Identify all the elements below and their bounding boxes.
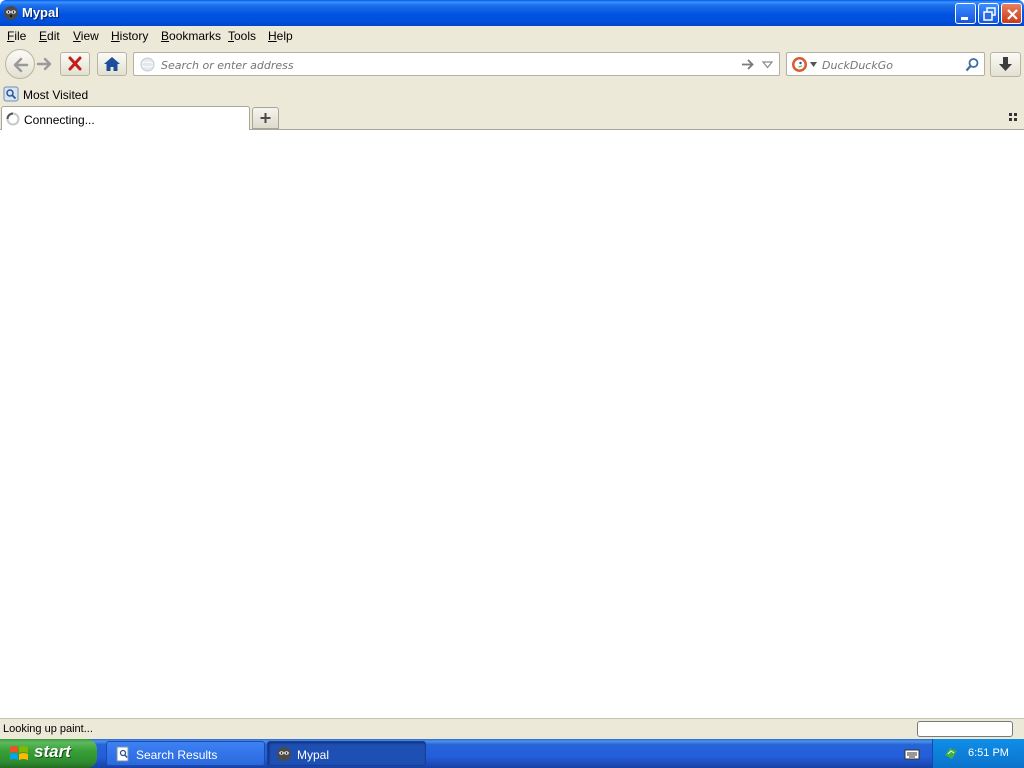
back-arrow-icon xyxy=(13,57,29,73)
stop-button[interactable] xyxy=(60,52,90,76)
task-label: Mypal xyxy=(297,748,330,762)
keyboard-icon[interactable] xyxy=(904,747,920,761)
download-arrow-icon xyxy=(999,57,1012,71)
loading-spinner-icon xyxy=(6,112,20,126)
task-mypal[interactable]: Mypal xyxy=(267,741,426,766)
menu-view[interactable]: View xyxy=(73,29,99,43)
plus-icon xyxy=(260,113,271,123)
bookmarks-toolbar: Most Visited xyxy=(0,84,1024,105)
network-icon[interactable] xyxy=(943,745,959,761)
engine-dropdown-icon[interactable] xyxy=(810,62,817,67)
title-bar: Mypal xyxy=(0,0,1024,26)
navigation-toolbar xyxy=(0,46,1024,84)
globe-icon xyxy=(140,57,155,72)
menu-file[interactable]: File xyxy=(7,29,26,43)
home-button[interactable] xyxy=(97,52,127,76)
task-search-results[interactable]: Search Results xyxy=(106,741,265,766)
taskbar: start Search Results Mypal 6:51 PM xyxy=(0,739,1024,768)
back-button[interactable] xyxy=(5,49,35,79)
menu-edit[interactable]: Edit xyxy=(39,29,60,43)
history-dropdown-icon[interactable] xyxy=(762,61,773,69)
tab-label: Connecting... xyxy=(24,113,95,127)
clock[interactable]: 6:51 PM xyxy=(968,747,1009,759)
raccoon-icon xyxy=(3,5,19,21)
menu-help[interactable]: Help xyxy=(268,29,293,43)
search-bar[interactable] xyxy=(786,52,985,76)
start-button[interactable]: start xyxy=(0,739,97,768)
stop-x-icon xyxy=(68,56,82,71)
list-all-tabs-icon[interactable] xyxy=(1008,112,1018,122)
window-title: Mypal xyxy=(22,5,59,20)
new-tab-button[interactable] xyxy=(252,107,279,129)
search-icon[interactable] xyxy=(965,57,980,72)
windows-logo-icon xyxy=(10,746,28,760)
forward-arrow-icon xyxy=(36,57,52,71)
status-bar: Looking up paint... xyxy=(0,718,1024,739)
address-input[interactable] xyxy=(161,57,721,73)
status-text: Looking up paint... xyxy=(3,723,93,735)
search-input[interactable] xyxy=(822,57,957,73)
tab-strip: Connecting... xyxy=(0,105,1024,131)
address-bar[interactable] xyxy=(133,52,780,76)
tab-connecting[interactable]: Connecting... xyxy=(1,106,250,131)
page-content xyxy=(0,130,1024,718)
home-icon xyxy=(104,57,120,71)
forward-button[interactable] xyxy=(34,54,56,74)
most-visited-icon xyxy=(3,86,19,102)
task-label: Search Results xyxy=(136,748,218,762)
system-tray: 6:51 PM xyxy=(932,739,1024,768)
raccoon-icon xyxy=(277,747,291,761)
start-label: start xyxy=(34,742,71,761)
menu-history[interactable]: History xyxy=(111,29,148,43)
search-results-icon xyxy=(116,746,129,762)
go-arrow-icon[interactable] xyxy=(741,58,755,71)
close-button[interactable] xyxy=(1001,3,1022,24)
minimize-button[interactable] xyxy=(955,3,976,24)
menu-bookmarks[interactable]: Bookmarks xyxy=(161,29,221,43)
restore-button[interactable] xyxy=(978,3,999,24)
menu-bar: File Edit View History Bookmarks Tools H… xyxy=(0,26,1024,46)
bookmark-label: Most Visited xyxy=(23,88,89,102)
progress-bar xyxy=(917,721,1013,737)
downloads-button[interactable] xyxy=(990,52,1021,77)
menu-tools[interactable]: Tools xyxy=(228,29,256,43)
duckduckgo-icon[interactable] xyxy=(791,56,808,73)
